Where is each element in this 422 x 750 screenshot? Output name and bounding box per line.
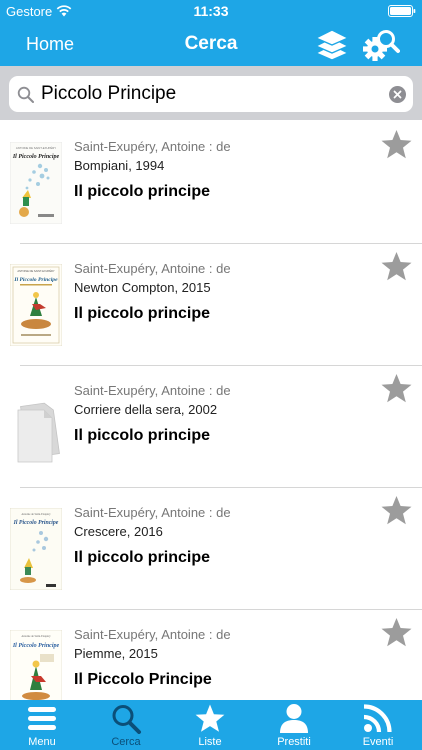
cover-top-text: ANTOINE DE SAINT-EXUPÉRY [16, 145, 56, 150]
tab-bar: Menu Cerca Liste Prestiti Eventi [0, 700, 422, 750]
star-icon[interactable] [380, 129, 413, 160]
result-row[interactable]: ANTOINE DE SAINT-EXUPÉRY Il Piccolo Prin… [0, 244, 422, 366]
search-settings-icon[interactable] [362, 27, 400, 63]
search-bar [0, 66, 422, 120]
result-author: Saint-Exupéry, Antoine : de [74, 383, 231, 398]
result-row[interactable]: Saint-Exupéry, Antoine : de Corriere del… [0, 366, 422, 488]
result-row[interactable]: Antoine de Saint-Exupéry Il Piccolo Prin… [0, 610, 422, 700]
star-icon[interactable] [380, 373, 413, 404]
rss-icon [363, 704, 392, 733]
result-title: Il piccolo principe [74, 427, 211, 444]
result-title: Il piccolo principe [74, 183, 211, 200]
result-row[interactable]: ANTOINE DE SAINT-EXUPÉRY Il Piccolo Prin… [0, 122, 422, 244]
tab-label: Menu [28, 736, 56, 748]
search-input[interactable] [41, 80, 381, 108]
search-icon [112, 705, 141, 734]
user-icon [280, 704, 308, 733]
result-author: Saint-Exupéry, Antoine : de [74, 627, 231, 642]
result-title: Il piccolo principe [74, 305, 211, 322]
tab-label: Liste [198, 736, 222, 748]
book-cover: Antoine de Saint-Exupéry Il Piccolo Prin… [10, 508, 62, 590]
star-icon[interactable] [380, 617, 413, 648]
star-icon[interactable] [380, 251, 413, 282]
search-icon [17, 86, 34, 103]
battery-icon [388, 5, 416, 17]
book-cover: ANTOINE DE SAINT-EXUPÉRY Il Piccolo Prin… [10, 264, 62, 346]
cover-top-text: Antoine de Saint-Exupéry [21, 635, 51, 638]
result-author: Saint-Exupéry, Antoine : de [74, 505, 231, 520]
clock: 11:33 [193, 3, 229, 19]
result-title: Il Piccolo Principe [74, 671, 212, 688]
book-cover: Antoine de Saint-Exupéry Il Piccolo Prin… [10, 630, 62, 700]
result-publisher: Piemme, 2015 [74, 646, 158, 661]
result-publisher: Bompiani, 1994 [74, 158, 165, 173]
result-title: Il piccolo principe [74, 549, 211, 566]
star-icon [195, 704, 225, 732]
result-row[interactable]: Antoine de Saint-Exupéry Il Piccolo Prin… [0, 488, 422, 610]
menu-icon [28, 707, 56, 730]
result-author: Saint-Exupéry, Antoine : de [74, 261, 231, 276]
navigation-bar: Home Cerca [0, 22, 422, 66]
result-publisher: Newton Compton, 2015 [74, 280, 211, 295]
tab-eventi[interactable]: Eventi [336, 700, 420, 750]
search-field[interactable] [9, 76, 413, 112]
book-cover: ANTOINE DE SAINT-EXUPÉRY Il Piccolo Prin… [10, 142, 62, 224]
cover-title: Il Piccolo Principe [13, 520, 59, 526]
tab-label: Cerca [111, 736, 141, 748]
cover-title: Il Piccolo Principe [12, 154, 60, 160]
tab-menu[interactable]: Menu [0, 700, 84, 750]
layers-icon[interactable] [314, 27, 350, 61]
cover-title: Il Piccolo Principe [13, 277, 58, 283]
tab-label: Prestiti [277, 736, 311, 748]
clear-icon[interactable] [389, 86, 406, 103]
star-icon[interactable] [380, 495, 413, 526]
status-bar: Gestore 11:33 [0, 0, 422, 22]
page-title: Cerca [184, 33, 238, 54]
cover-top-text: Antoine de Saint-Exupéry [21, 513, 51, 516]
result-publisher: Crescere, 2016 [74, 524, 163, 539]
tab-label: Eventi [362, 736, 394, 748]
result-publisher: Corriere della sera, 2002 [74, 402, 218, 417]
placeholder-document-icon [17, 402, 60, 463]
tab-cerca[interactable]: Cerca [84, 700, 168, 750]
result-author: Saint-Exupéry, Antoine : de [74, 139, 231, 154]
cover-title: Il Piccolo Principe [12, 643, 60, 649]
tab-liste[interactable]: Liste [168, 700, 252, 750]
tab-prestiti[interactable]: Prestiti [252, 700, 336, 750]
results-list: ANTOINE DE SAINT-EXUPÉRY Il Piccolo Prin… [0, 122, 422, 700]
